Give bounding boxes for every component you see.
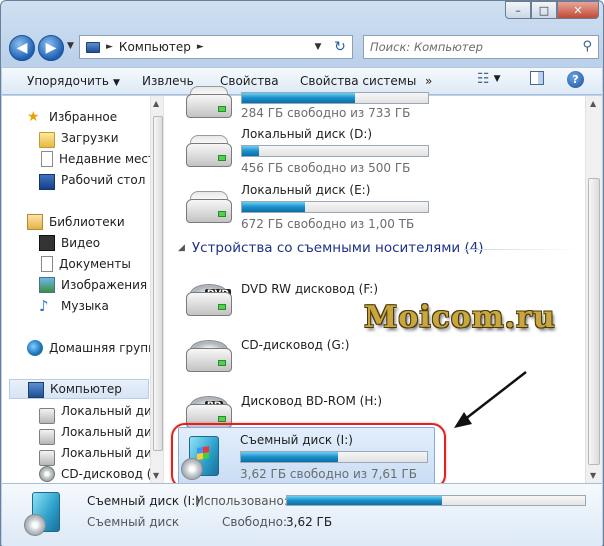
sidebar-item-homegroup[interactable]: Домашняя группа bbox=[27, 338, 163, 358]
details-used-label: Использовано: bbox=[195, 494, 288, 508]
sidebar-item-local-disk-e[interactable]: Локальный диск bbox=[39, 443, 163, 466]
help-button[interactable]: ? bbox=[567, 71, 584, 88]
sidebar-item-documents[interactable]: Документы bbox=[39, 254, 131, 274]
chevron-down-icon: ▼ bbox=[112, 78, 120, 88]
sidebar-item-label: Компьютер bbox=[50, 382, 122, 396]
sidebar-item-pictures[interactable]: Изображения bbox=[39, 275, 147, 295]
sidebar-item-label: Рабочий стол bbox=[61, 173, 146, 187]
refresh-icon[interactable]: ↻ bbox=[328, 36, 352, 58]
navigation-bar: ◀ ▶ ▼ ► Компьютер ► ▼ ↻ Поиск: Компьютер… bbox=[9, 35, 599, 61]
sidebar-item-video[interactable]: Видео bbox=[39, 233, 100, 253]
sidebar-item-label: Локальный диск bbox=[61, 446, 163, 460]
sidebar-item-downloads[interactable]: Загрузки bbox=[39, 128, 119, 148]
cd-drive-icon bbox=[39, 466, 55, 482]
caption-buttons: – □ ✕ bbox=[505, 1, 599, 19]
search-input[interactable]: Поиск: Компьютер ⚲ bbox=[363, 35, 599, 59]
pictures-icon bbox=[39, 277, 55, 293]
sidebar-item-label: Загрузки bbox=[61, 131, 119, 145]
search-icon[interactable]: ⚲ bbox=[582, 39, 592, 54]
maximize-button[interactable]: □ bbox=[531, 1, 557, 19]
content-scrollbar[interactable]: ▲ ▼ bbox=[585, 96, 602, 483]
recent-pages-dropdown-icon[interactable]: ▼ bbox=[67, 41, 74, 51]
content-pane: 284 ГБ свободно из 733 ГБ Локальный диск… bbox=[163, 86, 602, 489]
sidebar-item-label: Видео bbox=[61, 236, 101, 250]
sidebar-item-local-disk-c[interactable]: Локальный диск bbox=[39, 401, 163, 424]
sidebar-item-computer[interactable]: Компьютер bbox=[9, 379, 149, 399]
sidebar-item-label: Локальный диск bbox=[61, 425, 163, 439]
sidebar-item-desktop[interactable]: Рабочий стол bbox=[39, 170, 145, 190]
sidebar-item-label: CD-дисковод (G: bbox=[61, 467, 163, 481]
breadcrumb-separator-icon[interactable]: ► bbox=[106, 42, 113, 52]
scroll-down-icon[interactable]: ▼ bbox=[590, 471, 596, 480]
minimize-button[interactable]: – bbox=[505, 1, 531, 19]
breadcrumb-computer[interactable]: Компьютер bbox=[119, 40, 191, 54]
navigation-pane: ★ Избранное Загрузки Недавние места Рабо… bbox=[2, 96, 163, 483]
details-usage-bar bbox=[286, 495, 586, 506]
address-dropdown-icon[interactable]: ▼ bbox=[310, 36, 326, 58]
sidebar-item-music[interactable]: ♪ Музыка bbox=[39, 296, 109, 316]
star-icon: ★ bbox=[27, 109, 40, 125]
music-note-icon: ♪ bbox=[39, 297, 49, 315]
video-icon bbox=[39, 235, 55, 251]
scroll-up-icon[interactable]: ▲ bbox=[590, 99, 596, 108]
disc-icon bbox=[24, 514, 46, 536]
computer-icon bbox=[28, 382, 44, 398]
sidebar-item-label: Локальный диск bbox=[61, 404, 163, 418]
sidebar-item-label: Избранное bbox=[49, 110, 118, 124]
documents-icon bbox=[41, 256, 53, 272]
breadcrumb-separator-icon[interactable]: ► bbox=[197, 42, 204, 52]
homegroup-icon bbox=[27, 340, 43, 356]
scrollbar-thumb[interactable] bbox=[153, 116, 163, 451]
sidebar-item-label: Библиотеки bbox=[49, 215, 125, 229]
sidebar-item-cd-drive[interactable]: CD-дисковод (G: bbox=[39, 464, 163, 483]
pointer-arrow bbox=[454, 371, 527, 428]
details-pane: Съемный диск (I:) Съемный диск Использов… bbox=[2, 483, 602, 546]
scroll-down-icon[interactable]: ▼ bbox=[153, 471, 159, 480]
details-free-value: 3,62 ГБ bbox=[286, 515, 333, 529]
sidebar-item-label: Недавние места bbox=[59, 152, 163, 166]
details-free-label: Свободно: bbox=[222, 515, 288, 529]
sidebar-item-label: Музыка bbox=[61, 299, 109, 313]
libraries-icon bbox=[27, 214, 43, 230]
details-drive-type: Съемный диск bbox=[87, 515, 180, 529]
close-button[interactable]: ✕ bbox=[557, 1, 599, 19]
sidebar-item-favorites[interactable]: ★ Избранное bbox=[27, 107, 117, 127]
address-bar[interactable]: ► Компьютер ► ▼ ↻ bbox=[79, 35, 353, 59]
sidebar-item-recent-places[interactable]: Недавние места bbox=[39, 149, 162, 169]
computer-icon bbox=[86, 41, 100, 53]
scrollbar-thumb[interactable] bbox=[588, 178, 600, 465]
sidebar-item-libraries[interactable]: Библиотеки bbox=[27, 212, 125, 232]
help-icon: ? bbox=[567, 71, 584, 88]
downloads-folder-icon bbox=[39, 132, 55, 148]
sidebar-item-label: Изображения bbox=[61, 278, 148, 292]
sidebar-item-label: Документы bbox=[59, 257, 131, 271]
details-drive-name: Съемный диск (I:) bbox=[87, 494, 200, 508]
recent-places-icon bbox=[41, 151, 53, 167]
forward-button[interactable]: ▶ bbox=[38, 35, 64, 61]
search-placeholder: Поиск: Компьютер bbox=[370, 40, 483, 54]
sidebar-item-local-disk-d[interactable]: Локальный диск bbox=[39, 422, 163, 445]
explorer-window: – □ ✕ ◀ ▶ ▼ ► Компьютер ► ▼ ↻ Поиск: Ком… bbox=[0, 0, 604, 546]
scroll-up-icon[interactable]: ▲ bbox=[153, 99, 159, 108]
sidebar-item-label: Домашняя группа bbox=[49, 341, 163, 355]
organize-button[interactable]: Упорядочить ▼ bbox=[27, 74, 120, 88]
desktop-icon bbox=[39, 174, 55, 190]
navigation-pane-scrollbar[interactable]: ▲ ▼ bbox=[150, 96, 163, 483]
back-button[interactable]: ◀ bbox=[9, 35, 35, 61]
